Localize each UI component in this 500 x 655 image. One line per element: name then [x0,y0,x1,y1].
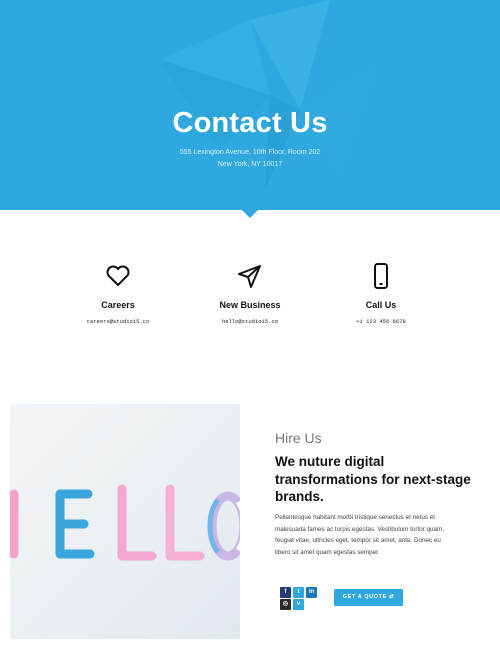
phone-number-link[interactable]: +1 123 456 6678 [301,318,461,325]
hello-clay-image [10,404,240,639]
address-line-1: 555 Lexington Avenue, 10th Floor, Room 2… [179,149,321,156]
contact-call-us: Call Us +1 123 456 6678 [301,262,461,325]
hire-us-kicker: Hire Us [275,430,322,446]
page-title: Contact Us [172,107,328,139]
hire-us-headline: We nuture digital transformations for ne… [275,454,471,504]
origami-bird-decoration [160,0,380,190]
paper-plane-icon [238,265,261,288]
address-line-2: New York, NY 10017 [217,161,283,168]
linkedin-icon[interactable]: in [306,587,317,598]
facebook-icon[interactable]: f [280,587,291,598]
get-a-quote-button[interactable]: GET A QUOTE ⇄ [334,589,403,606]
phone-icon [374,263,388,289]
hire-us-body: Pellentesque habitant morbi tristique se… [275,514,445,557]
twitter-icon[interactable]: t [293,587,304,598]
hero-banner: Contact Us 555 Lexington Avenue, 10th Fl… [0,0,500,210]
vimeo-icon[interactable]: v [293,599,304,610]
hello-photo [10,404,240,639]
hero-notch [241,209,259,218]
heart-icon [106,265,130,286]
call-us-label: Call Us [365,300,397,310]
instagram-icon[interactable]: ◎ [280,599,291,610]
